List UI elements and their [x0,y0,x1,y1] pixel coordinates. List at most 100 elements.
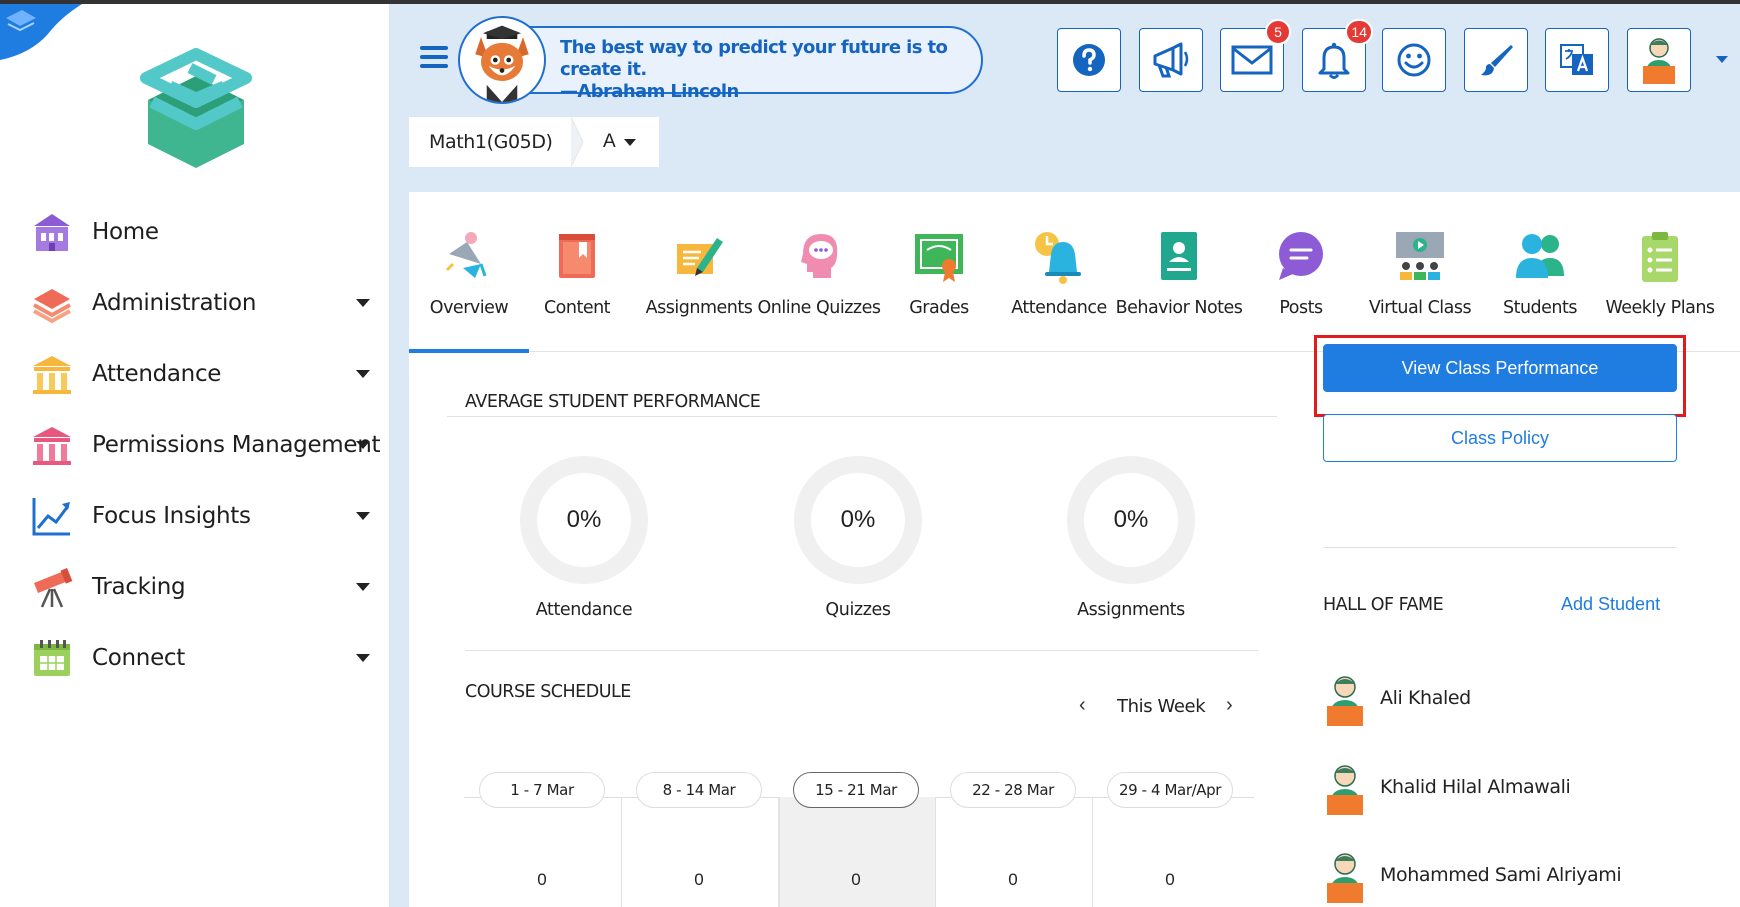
chevron-down-icon[interactable] [356,440,370,449]
breadcrumb-divider [571,117,584,167]
class-policy-button[interactable]: Class Policy [1323,414,1677,462]
tab-label: Attendance [1011,298,1107,318]
quote-author: —Abraham Lincoln [560,81,739,102]
corner-logo-icon [0,4,82,60]
home-icon [34,213,70,251]
user-menu-button[interactable] [1627,28,1691,92]
tab-grades[interactable]: Grades [879,192,999,352]
prev-week-icon[interactable]: ‹ [1079,694,1086,717]
week-count: 0 [1008,870,1018,889]
id-card-icon [1161,232,1197,280]
quote-line: The best way to predict your future is t… [560,37,948,80]
add-student-link[interactable]: Add Student [1561,594,1660,615]
help-button[interactable] [1057,28,1121,92]
calendar-icon [34,639,70,676]
performance-title: AVERAGE STUDENT PERFORMANCE [465,392,761,412]
divider [1323,547,1677,548]
fox-mascot-icon [458,16,546,104]
sidebar-item-attendance[interactable]: Attendance [0,338,390,409]
attendance-value: 0% [566,506,602,533]
tab-overview[interactable]: Overview [409,192,529,353]
course-tabs: Overview Content Assignments Online Quiz… [409,192,1740,353]
schedule-title: COURSE SCHEDULE [465,682,631,702]
tab-weekly-plans[interactable]: Weekly Plans [1600,192,1720,352]
sidebar-item-tracking[interactable]: Tracking [0,551,390,622]
week-label: This Week [1117,696,1206,717]
school-logo [140,48,252,168]
certificate-icon [915,234,963,282]
trend-chart-icon [32,497,70,535]
pink-building-icon [33,426,71,465]
week-pill-current[interactable]: 15 - 21 Mar [793,772,919,808]
telescope-icon [34,567,73,608]
week-pill[interactable]: 1 - 7 Mar [479,772,605,808]
help-icon [1073,44,1105,76]
week-pill[interactable]: 8 - 14 Mar [636,772,762,808]
bell-icon [1318,42,1350,79]
next-week-icon[interactable]: › [1226,694,1233,717]
sidebar-item-administration[interactable]: Administration [0,267,390,338]
student-name: Mohammed Sami Alriyami [1380,864,1622,886]
student-name: Khalid Hilal Almawali [1380,776,1571,798]
translate-icon [1560,44,1593,75]
week-pill[interactable]: 22 - 28 Mar [950,772,1076,808]
sidebar-item-home[interactable]: Home [0,196,390,267]
mail-icon [1231,45,1273,75]
notifications-button[interactable]: 14 [1302,19,1373,92]
tab-content[interactable]: Content [517,192,637,352]
hall-of-fame-item: Khalid Hilal Almawali [1323,761,1683,817]
schedule-column [1092,797,1249,907]
user-avatar-icon [1643,38,1675,84]
tab-label: Students [1502,298,1578,318]
tab-students[interactable]: Students [1480,192,1600,352]
quizzes-ring: 0% [794,456,922,584]
chevron-down-icon[interactable] [356,653,370,662]
course-name: Math1(G05D) [429,131,553,153]
feedback-button[interactable] [1382,28,1446,92]
divider [447,416,1277,417]
week-pill[interactable]: 29 - 4 Mar/Apr [1107,772,1233,808]
tab-attendance[interactable]: Attendance [999,192,1119,352]
sidebar-item-label: Connect [92,644,185,671]
layers-icon [33,288,71,323]
theme-button[interactable] [1464,28,1528,92]
sidebar-item-label: Permissions Management [92,431,381,458]
hall-of-fame-title: HALL OF FAME [1323,595,1444,615]
course-selector: Math1(G05D) A [409,117,659,167]
announcements-button[interactable] [1139,28,1203,92]
user-menu-chevron-icon[interactable] [1716,56,1728,63]
week-count: 0 [851,870,861,889]
student-avatar-icon [1327,676,1363,726]
section-value: A [603,131,616,152]
tab-assignments[interactable]: Assignments [639,192,759,352]
tab-virtual-class[interactable]: Virtual Class [1360,192,1480,352]
tab-label: Content [543,298,611,318]
messages-button[interactable]: 5 [1220,19,1291,92]
alarm-bell-icon [1035,232,1081,284]
tab-online-quizzes[interactable]: Online Quizzes [758,192,881,352]
tab-behavior-notes[interactable]: Behavior Notes [1116,192,1243,352]
divider [465,650,1259,651]
attendance-label: Attendance [535,600,633,620]
sidebar-item-permissions[interactable]: Permissions Management [0,409,390,480]
clipboard-list-icon [1642,232,1678,282]
tab-posts[interactable]: Posts [1241,192,1361,352]
book-icon [559,234,595,278]
section-dropdown[interactable]: A [603,131,636,153]
chevron-down-icon[interactable] [356,511,370,520]
assignments-label: Assignments [1077,600,1185,620]
view-class-performance-button[interactable]: View Class Performance [1323,344,1677,392]
course-panel: Overview Content Assignments Online Quiz… [409,192,1740,907]
week-count: 0 [537,870,547,889]
chevron-down-icon[interactable] [356,369,370,378]
language-button[interactable] [1545,28,1609,92]
student-avatar-icon [1327,765,1363,815]
chevron-down-icon[interactable] [356,298,370,307]
chevron-down-icon[interactable] [356,582,370,591]
sidebar-item-label: Attendance [92,360,222,387]
sidebar-item-connect[interactable]: Connect [0,622,390,693]
quote-text: The best way to predict your future is t… [560,37,970,103]
tab-label: Grades [909,298,969,318]
sidebar-item-focus-insights[interactable]: Focus Insights [0,480,390,551]
menu-toggle-icon[interactable] [420,46,448,70]
